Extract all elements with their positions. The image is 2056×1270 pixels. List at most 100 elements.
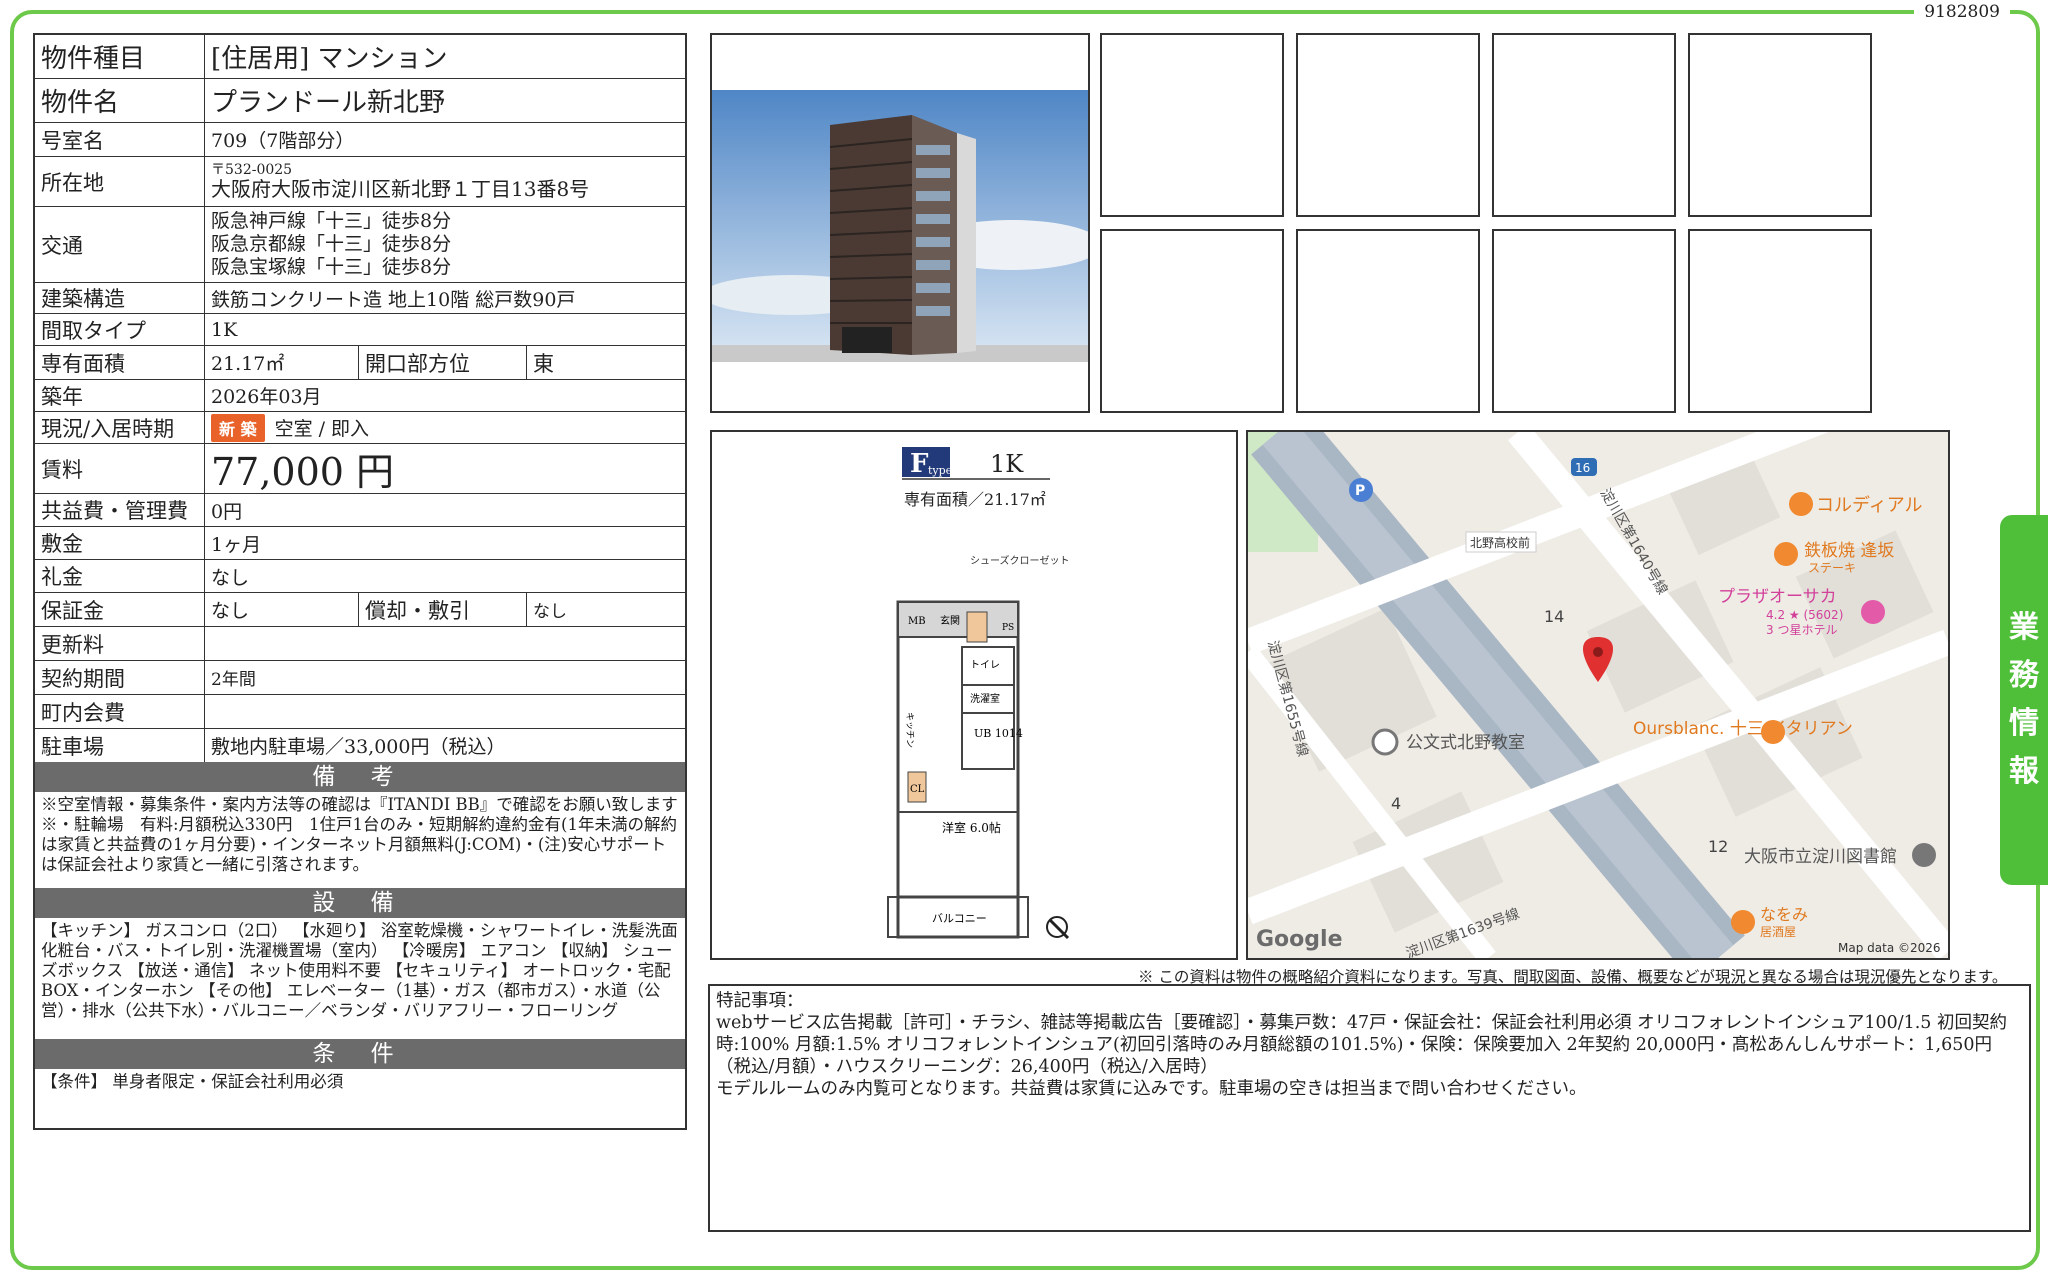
label: 号室名 [35, 123, 205, 156]
photo-thumbnail[interactable] [1296, 229, 1480, 413]
equipment-header: 設 備 [35, 888, 685, 918]
map-label: プラザオーサカ [1718, 587, 1837, 607]
room-number: 709（7階部分） [211, 130, 355, 152]
tab-char: 業 [2009, 610, 2039, 645]
contract-period: 2年間 [211, 670, 256, 690]
map-label: なをみ [1760, 905, 1808, 924]
plan-type-letter: F [910, 449, 929, 479]
row-transit: 交通 阪急神戸線「十三」徒歩8分 阪急京都線「十三」徒歩8分 阪急宝塚線「十三」… [35, 207, 685, 283]
transit-list: 阪急神戸線「十三」徒歩8分 阪急京都線「十三」徒歩8分 阪急宝塚線「十三」徒歩8… [205, 207, 685, 282]
map-label: 鉄板焼 逢坂 [1804, 541, 1894, 561]
floor-plan-drawing: F type 1K 専有面積／21.17㎡ シューズクローゼット MB 玄関 P… [887, 447, 1070, 940]
map-label: ステーキ [1808, 561, 1856, 575]
address-text: 大阪府大阪市淀川区新北野１丁目13番8号 [211, 177, 590, 201]
document-id: 9182809 [1914, 2, 2010, 22]
remarks-header: 備 考 [35, 762, 685, 792]
address: 〒532-0025 大阪府大阪市淀川区新北野１丁目13番8号 [205, 157, 685, 206]
row-room: 号室名 709（7階部分） [35, 123, 685, 157]
room-label: PS [1002, 623, 1014, 633]
room-label: UB 1014 [974, 727, 1023, 740]
map-label: 4.2 ★ (5602) [1766, 608, 1843, 622]
map-label: 4 [1391, 794, 1401, 813]
label: 町内会費 [35, 695, 205, 728]
business-info-tab[interactable]: 業 務 情 報 [2000, 515, 2048, 885]
row-name: 物件名 プランドール新北野 [35, 79, 685, 123]
label: 交通 [35, 207, 205, 282]
new-badge: 新 築 [211, 413, 265, 442]
room-label: CL [910, 784, 925, 795]
row-layout: 間取タイプ 1K [35, 314, 685, 346]
label: 間取タイプ [35, 314, 205, 345]
map-label: 居酒屋 [1760, 925, 1796, 939]
row-fee: 共益費・管理費 0円 [35, 494, 685, 527]
label: 建築構造 [35, 283, 205, 313]
row-deposit: 敷金 1ヶ月 [35, 527, 685, 560]
map-label: 14 [1544, 607, 1564, 626]
photo-thumbnail[interactable] [1688, 229, 1872, 413]
building-photo[interactable] [702, 33, 1102, 413]
structure: 鉄筋コンクリート造 地上10階 総戸数90戸 [211, 288, 576, 311]
bus-stop-label: 北野高校前 [1470, 535, 1530, 550]
notes-title: 特記事項： [716, 991, 804, 1011]
parking-marker: P [1355, 483, 1365, 499]
photo-thumbnail[interactable] [1100, 33, 1284, 217]
room-label: 玄関 [940, 614, 960, 627]
transit-item: 阪急京都線「十三」徒歩8分 [211, 233, 452, 255]
map-label: 公文式北野教室 [1406, 733, 1525, 753]
postal-code: 〒532-0025 [211, 162, 293, 178]
room-label: MB [908, 616, 926, 627]
row-keymoney: 礼金 なし [35, 560, 685, 593]
photo-thumbnail[interactable] [1492, 229, 1676, 413]
label: 駐車場 [35, 729, 205, 762]
property-info-table: 物件種目 [住居用] マンション 物件名 プランドール新北野 号室名 709（7… [33, 33, 687, 1130]
label: 専有面積 [35, 346, 205, 379]
label: 現況/入居時期 [35, 412, 205, 443]
status: 新 築 空室 / 即入 [205, 412, 685, 443]
map-label: コルディアル [1816, 495, 1923, 516]
amortization: なし [533, 602, 567, 622]
label: 物件種目 [35, 35, 205, 78]
location-map[interactable]: P 16 コルディアル 鉄板焼 逢坂 ステーキ プラザオーサカ 4.2 ★ (5… [1246, 430, 1950, 960]
route-shield: 16 [1575, 461, 1590, 475]
photo-thumbnail[interactable] [1100, 229, 1284, 413]
photo-thumbnail[interactable] [1688, 33, 1872, 217]
map-attribution: Map data ©2026 [1838, 941, 1941, 955]
map-label: 大阪市立淀川図書館 [1744, 847, 1897, 867]
town-fee [205, 695, 685, 728]
room-label: シューズクローゼット [970, 554, 1070, 567]
row-area: 専有面積 21.17㎡ 開口部方位 東 [35, 346, 685, 380]
area: 21.17㎡ [205, 346, 359, 379]
plan-type-word: type [928, 464, 952, 477]
map-label: Oursblanc. 十三 イタリアン [1633, 719, 1853, 739]
row-type: 物件種目 [住居用] マンション [35, 35, 685, 79]
built-year: 2026年03月 [211, 386, 322, 408]
row-status: 現況/入居時期 新 築 空室 / 即入 [35, 412, 685, 444]
floor-plan[interactable]: F type 1K 専有面積／21.17㎡ シューズクローゼット MB 玄関 P… [710, 430, 1238, 960]
conditions-text: 【条件】 単身者限定・保証会社利用必須 [41, 1072, 344, 1091]
key-money: なし [211, 566, 250, 589]
label: 賃料 [35, 444, 205, 493]
map-label: 3 つ星ホテル [1766, 623, 1837, 637]
room-label: バルコニー [932, 912, 987, 925]
rent: 77,000 円 [211, 450, 395, 494]
label: 敷金 [35, 527, 205, 559]
room-label: トイレ [970, 660, 1000, 671]
photo-thumbnail[interactable] [1492, 33, 1676, 217]
google-logo: Google [1256, 927, 1343, 952]
map-label: 12 [1708, 837, 1728, 856]
room-label: 洗濯室 [970, 692, 1000, 705]
tab-char: 報 [2009, 754, 2039, 789]
management-fee: 0円 [211, 500, 243, 523]
room-label: 洋室 6.0帖 [942, 820, 1001, 835]
label: 物件名 [35, 79, 205, 122]
property-type: [住居用] マンション [211, 44, 448, 74]
photo-thumbnail[interactable] [1296, 33, 1480, 217]
row-contract: 契約期間 2年間 [35, 661, 685, 695]
plan-layout: 1K [990, 450, 1024, 478]
tab-char: 情 [2009, 706, 2039, 741]
map-canvas: P 16 コルディアル 鉄板焼 逢坂 ステーキ プラザオーサカ 4.2 ★ (5… [1248, 432, 1948, 958]
special-notes: 特記事項： webサービス広告掲載［許可］・チラシ、雑誌等掲載広告［要確認］・募… [708, 984, 2031, 1232]
notes-line: モデルルームのみ内覧可となります。共益費は家賃に込みです。駐車場の空きは担当まで… [716, 1079, 1587, 1099]
facing: 東 [533, 351, 554, 376]
conditions-header: 条 件 [35, 1039, 685, 1069]
